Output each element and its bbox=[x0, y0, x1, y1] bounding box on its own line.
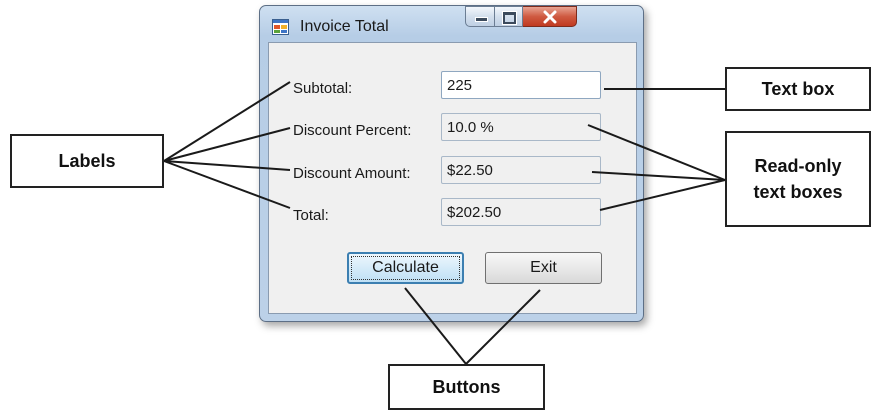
form-client-area: Subtotal: 225 Discount Percent: 10.0 % D… bbox=[268, 42, 637, 314]
discount-amount-label: Discount Amount: bbox=[293, 165, 411, 182]
callout-labels: Labels bbox=[10, 134, 164, 188]
subtotal-label: Subtotal: bbox=[293, 80, 353, 97]
app-form-icon bbox=[272, 19, 289, 35]
total-text-box: $202.50 bbox=[441, 198, 601, 226]
subtotal-text-box[interactable]: 225 bbox=[441, 71, 601, 99]
invoice-total-window: Invoice Total Subtotal: 225 Discount Per… bbox=[259, 5, 644, 322]
total-label: Total: bbox=[293, 207, 329, 224]
discount-amount-text-box: $22.50 bbox=[441, 156, 601, 184]
callout-buttons: Buttons bbox=[388, 364, 545, 410]
close-button[interactable] bbox=[523, 6, 577, 27]
exit-button[interactable]: Exit bbox=[485, 252, 602, 284]
window-title: Invoice Total bbox=[300, 18, 389, 35]
calculate-button-label: Calculate bbox=[372, 259, 439, 276]
discount-percent-text-box: 10.0 % bbox=[441, 113, 601, 141]
title-bar[interactable]: Invoice Total bbox=[260, 6, 643, 42]
minimize-icon bbox=[475, 17, 488, 22]
caption-buttons bbox=[465, 6, 577, 30]
minimize-button[interactable] bbox=[465, 6, 495, 27]
callout-read-only-text-boxes: Read-only text boxes bbox=[725, 131, 871, 227]
exit-button-label: Exit bbox=[530, 259, 557, 276]
maximize-icon bbox=[503, 12, 516, 24]
callout-text-box: Text box bbox=[725, 67, 871, 111]
close-icon bbox=[543, 10, 557, 24]
maximize-button[interactable] bbox=[495, 6, 523, 27]
discount-percent-label: Discount Percent: bbox=[293, 122, 412, 139]
calculate-button[interactable]: Calculate bbox=[347, 252, 464, 284]
